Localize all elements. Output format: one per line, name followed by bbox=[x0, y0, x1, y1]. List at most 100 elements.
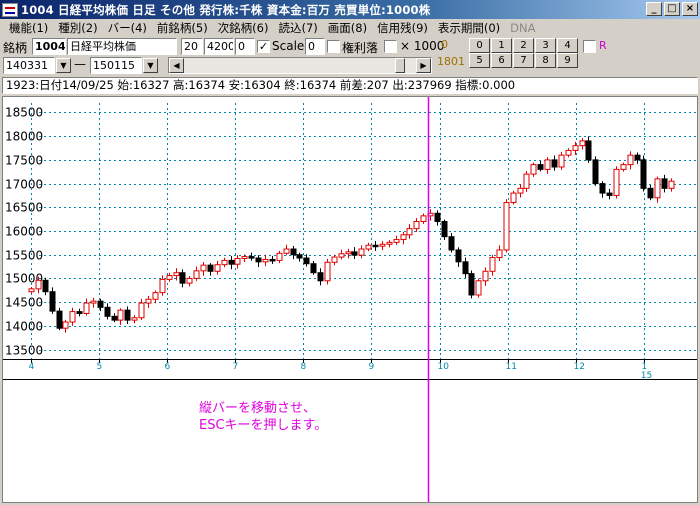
scale-checkbox[interactable]: ✓ bbox=[257, 40, 270, 53]
candle-body bbox=[186, 277, 193, 284]
menu-margin[interactable]: 信用残(9) bbox=[372, 20, 433, 36]
stock-code-input[interactable]: 1004 bbox=[32, 38, 66, 55]
x-month-label: 8 bbox=[301, 362, 307, 372]
candle-body bbox=[530, 164, 537, 175]
candle-body bbox=[290, 248, 297, 256]
y-tick-label: 18500 bbox=[5, 106, 43, 120]
candle-body bbox=[544, 159, 551, 170]
num-button-4[interactable]: 4 bbox=[557, 38, 578, 53]
candle-body bbox=[117, 309, 124, 321]
date-from-dropdown-icon[interactable]: ▼ bbox=[56, 58, 71, 73]
candle-body bbox=[234, 257, 241, 265]
num-button-8[interactable]: 8 bbox=[535, 53, 556, 68]
y-tick-label: 17500 bbox=[5, 154, 43, 168]
menu-prev-stock[interactable]: 前銘柄(5) bbox=[152, 20, 213, 36]
candle-body bbox=[69, 311, 76, 323]
x1000-checkbox[interactable] bbox=[384, 40, 397, 53]
param-b-input[interactable]: 4200 bbox=[204, 38, 234, 55]
x1000-label: × 1000 bbox=[400, 39, 445, 53]
num-button-9[interactable]: 9 bbox=[557, 53, 578, 68]
candle-body bbox=[537, 164, 544, 170]
candle-body bbox=[214, 264, 221, 272]
menu-dna: DNA bbox=[510, 21, 536, 35]
menu-type[interactable]: 種別(2) bbox=[53, 20, 102, 36]
menu-function[interactable]: 機能(1) bbox=[4, 20, 53, 36]
r-label: R bbox=[599, 39, 607, 52]
num-button-0[interactable]: 0 bbox=[469, 38, 490, 53]
date-to-input[interactable]: 150115 bbox=[90, 57, 142, 74]
menu-bar-type[interactable]: バー(4) bbox=[103, 20, 152, 36]
param-a-input[interactable]: 20 bbox=[181, 38, 203, 55]
candle-body bbox=[661, 178, 668, 189]
candle-body bbox=[517, 187, 524, 194]
num-button-5[interactable]: 5 bbox=[469, 53, 490, 68]
candle-body bbox=[640, 159, 647, 189]
date-to-dropdown-icon[interactable]: ▼ bbox=[143, 58, 158, 73]
candle-body bbox=[104, 306, 111, 317]
candle-body bbox=[413, 221, 420, 230]
candle-body bbox=[207, 264, 214, 272]
candle-body bbox=[592, 159, 599, 185]
candle-body bbox=[255, 257, 262, 263]
menu-screen[interactable]: 画面(8) bbox=[323, 20, 372, 36]
menu-load[interactable]: 読込(7) bbox=[273, 20, 322, 36]
minimize-button[interactable]: _ bbox=[646, 2, 662, 16]
candle-body bbox=[475, 280, 482, 296]
x-month-label: 5 bbox=[97, 362, 103, 372]
candle-body bbox=[613, 168, 620, 196]
date-from-input[interactable]: 140331 bbox=[3, 57, 55, 74]
close-button[interactable]: × bbox=[682, 2, 698, 16]
candle-body bbox=[283, 248, 290, 254]
candle-body bbox=[241, 256, 248, 259]
candle-body bbox=[152, 292, 159, 300]
y-tick-label: 17000 bbox=[5, 178, 43, 192]
count-label: 1801 bbox=[437, 55, 465, 68]
x-month-label: 7 bbox=[233, 362, 239, 372]
candle-body bbox=[634, 154, 641, 161]
candle-body bbox=[448, 236, 455, 251]
candle-body bbox=[269, 258, 276, 262]
candle-body bbox=[386, 241, 393, 245]
candle-body bbox=[654, 178, 661, 199]
rights-checkbox[interactable] bbox=[327, 40, 340, 53]
instruction-line-2: ESCキーを押します。 bbox=[199, 418, 328, 433]
x-month-label: 12 bbox=[574, 362, 585, 372]
stock-label: 銘柄 bbox=[3, 41, 28, 55]
scroll-thumb[interactable] bbox=[395, 58, 405, 73]
y-tick-label: 18000 bbox=[5, 130, 43, 144]
scale-value-input[interactable]: 0 bbox=[305, 38, 325, 55]
chart-panel[interactable]: 13500 14000 14500 15000 15500 16000 16500 17000… bbox=[2, 96, 698, 503]
candle-body bbox=[145, 298, 152, 304]
candle-body bbox=[228, 259, 235, 265]
maximize-button[interactable]: □ bbox=[664, 2, 680, 16]
menu-next-stock[interactable]: 次銘柄(6) bbox=[213, 20, 274, 36]
candle-body bbox=[97, 300, 104, 308]
num-button-3[interactable]: 3 bbox=[535, 38, 556, 53]
candle-body bbox=[351, 251, 358, 256]
r-checkbox[interactable] bbox=[583, 40, 596, 53]
menu-period[interactable]: 表示期間(0) bbox=[433, 20, 505, 36]
period-scrollbar[interactable]: ◀ ▶ bbox=[168, 57, 432, 74]
app-icon bbox=[2, 2, 18, 17]
y-tick-label: 14500 bbox=[5, 296, 43, 310]
candle-body bbox=[523, 173, 530, 189]
candle-body bbox=[317, 272, 324, 282]
scroll-right-icon[interactable]: ▶ bbox=[416, 58, 431, 73]
scroll-left-icon[interactable]: ◀ bbox=[169, 58, 184, 73]
num-button-6[interactable]: 6 bbox=[491, 53, 512, 68]
candle-body bbox=[441, 221, 448, 238]
candle-body bbox=[138, 302, 145, 319]
param-c-input[interactable]: 0 bbox=[235, 38, 255, 55]
y-tick-label: 15500 bbox=[5, 249, 43, 263]
num-button-2[interactable]: 2 bbox=[513, 38, 534, 53]
num-button-7[interactable]: 7 bbox=[513, 53, 534, 68]
candle-body bbox=[434, 212, 441, 223]
menu-bar: 機能(1) 種別(2) バー(4) 前銘柄(5) 次銘柄(6) 読込(7) 画面… bbox=[0, 19, 700, 37]
num-button-1[interactable]: 1 bbox=[491, 38, 512, 53]
candle-body bbox=[668, 180, 675, 189]
candle-body bbox=[173, 272, 180, 277]
candle-body bbox=[647, 187, 654, 199]
candle-body bbox=[166, 275, 173, 280]
candle-body bbox=[159, 278, 166, 294]
candlestick-chart[interactable]: 1350014000145001500015500160001650017000… bbox=[3, 97, 697, 502]
